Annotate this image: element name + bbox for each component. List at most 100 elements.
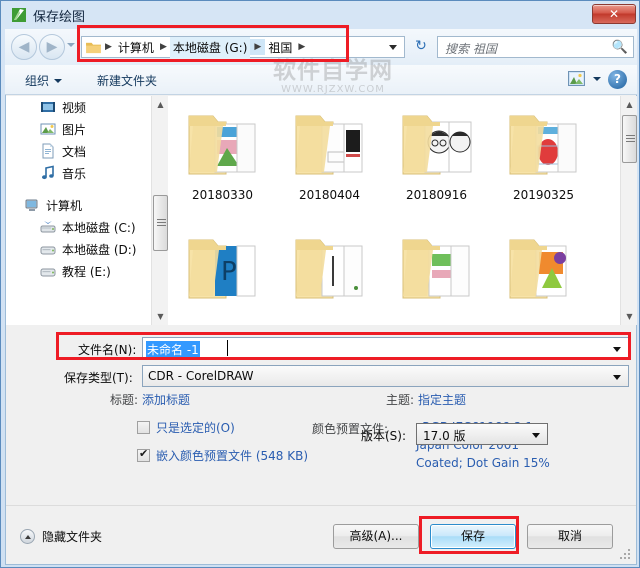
hide-folders-button[interactable]: 隐藏文件夹 xyxy=(20,528,102,545)
footer-bar: 隐藏文件夹 高级(A)... 保存 取消 xyxy=(6,505,636,564)
breadcrumb-item-0[interactable]: 计算机 xyxy=(115,37,157,58)
sidebar-item-drive-c[interactable]: 本地磁盘 (C:) xyxy=(6,216,169,238)
version-select[interactable]: 17.0 版 xyxy=(416,423,548,445)
list-item[interactable] xyxy=(276,226,383,325)
list-item[interactable]: 20180330 xyxy=(169,102,276,226)
back-arrow-icon[interactable]: ◀ xyxy=(11,34,37,60)
sidebar-item-videos[interactable]: 视频 xyxy=(6,96,169,118)
history-dropdown-icon[interactable] xyxy=(67,43,75,47)
breadcrumb-sep[interactable]: ▶ xyxy=(157,42,170,52)
page-title: 保存绘图 xyxy=(33,10,86,25)
color-profile-line-2: Coated; Dot Gain 15% xyxy=(416,456,550,470)
folder-thumbnail-icon xyxy=(288,108,372,180)
sidebar-scrollbar[interactable]: ▲ ▼ xyxy=(151,96,168,325)
list-item[interactable]: 20190325 xyxy=(490,102,597,226)
file-list-scrollbar[interactable]: ▲ ▼ xyxy=(620,96,637,325)
cancel-button[interactable]: 取消 xyxy=(527,524,613,549)
subject-field-value[interactable]: 指定主题 xyxy=(418,391,466,408)
sidebar-item-documents[interactable]: 文档 xyxy=(6,140,169,162)
coreldraw-icon xyxy=(12,8,26,22)
chevron-down-icon[interactable] xyxy=(389,44,397,50)
scroll-up-icon[interactable]: ▲ xyxy=(152,96,169,113)
breadcrumb-item-2[interactable]: 祖国 xyxy=(265,37,295,58)
filetype-value: CDR - CorelDRAW xyxy=(148,369,254,383)
breadcrumb[interactable]: ▶ 计算机 ▶ 本地磁盘 (G:) ▶ 祖国 ▶ xyxy=(81,36,405,58)
checkbox-box xyxy=(137,447,150,462)
organize-label: 组织 xyxy=(25,74,50,88)
breadcrumb-item-1[interactable]: 本地磁盘 (G:) xyxy=(169,36,251,58)
folder-thumbnail-icon xyxy=(288,232,372,304)
filename-label: 文件名(N): xyxy=(78,343,137,357)
sidebar-item-label: 文档 xyxy=(62,144,87,159)
checkbox-box xyxy=(137,421,150,434)
list-item[interactable]: 20180916 xyxy=(383,102,490,226)
navigation-pane: 视频 图片 文档 音乐 计算机 本地磁盘 (C:) 本地磁盘 (D:) 教程 (… xyxy=(6,96,169,325)
computer-icon xyxy=(25,199,38,211)
embed-profile-checkbox[interactable]: 嵌入颜色预置文件 (548 KB) xyxy=(137,447,317,464)
navigation-bar: ◀ ▶ ▶ 计算机 ▶ 本地磁盘 (G:) ▶ 祖国 ▶ ↻ 搜索 祖国 🔍 xyxy=(5,29,637,65)
title-bar: 保存绘图 ✕ xyxy=(1,1,640,29)
folder-thumbnail-icon: Ps xyxy=(181,232,265,304)
view-mode-icon[interactable] xyxy=(568,71,585,86)
filename-input[interactable]: 未命名 -1 xyxy=(142,337,629,359)
sidebar-item-computer[interactable]: 计算机 xyxy=(6,194,169,216)
breadcrumb-sep[interactable]: ▶ xyxy=(295,42,308,52)
title-field-value[interactable]: 添加标题 xyxy=(142,391,190,408)
sidebar-item-music[interactable]: 音乐 xyxy=(6,162,169,184)
hide-folders-label: 隐藏文件夹 xyxy=(42,530,103,544)
filetype-label: 保存类型(T): xyxy=(64,371,133,385)
scroll-down-icon[interactable]: ▼ xyxy=(621,308,638,325)
selected-only-checkbox[interactable]: 只是选定的(O) xyxy=(137,420,235,436)
breadcrumb-sep[interactable]: ▶ xyxy=(102,42,115,52)
filename-value: 未命名 -1 xyxy=(146,341,200,358)
list-item[interactable]: 20180404 xyxy=(276,102,383,226)
help-icon[interactable]: ? xyxy=(608,70,627,89)
resize-grip[interactable] xyxy=(620,549,631,560)
title-field-label: 标题: xyxy=(110,393,139,407)
scroll-down-icon[interactable]: ▼ xyxy=(152,308,169,325)
search-icon[interactable]: 🔍 xyxy=(612,40,628,55)
list-item[interactable] xyxy=(383,226,490,325)
list-item[interactable] xyxy=(490,226,597,325)
system-drive-icon xyxy=(40,221,56,233)
list-item[interactable]: Ps xyxy=(169,226,276,325)
new-folder-button[interactable]: 新建文件夹 xyxy=(97,72,157,89)
selected-only-label: 只是选定的(O) xyxy=(156,421,235,435)
folder-icon xyxy=(86,42,101,53)
collapse-arrow-icon xyxy=(20,529,35,544)
scrollbar-thumb[interactable] xyxy=(153,195,168,251)
file-label: 20190325 xyxy=(512,188,575,202)
sidebar-item-pictures[interactable]: 图片 xyxy=(6,118,169,140)
video-icon xyxy=(41,102,55,112)
advanced-button[interactable]: 高级(A)... xyxy=(333,524,419,549)
file-list-pane: 20180330 20180404 20180916 20190325 Ps xyxy=(169,96,620,325)
breadcrumb-sep[interactable]: ▶ xyxy=(250,39,266,55)
sidebar-item-drive-d[interactable]: 本地磁盘 (D:) xyxy=(6,238,169,260)
scrollbar-thumb[interactable] xyxy=(622,115,637,163)
music-icon xyxy=(42,165,54,180)
organize-button[interactable]: 组织 xyxy=(25,72,63,89)
search-placeholder: 搜索 祖国 xyxy=(445,42,497,56)
chevron-down-icon[interactable] xyxy=(532,433,540,438)
file-label: 20180330 xyxy=(191,188,254,202)
chevron-down-icon[interactable] xyxy=(613,375,621,380)
scroll-up-icon[interactable]: ▲ xyxy=(621,96,638,113)
command-toolbar: 组织 新建文件夹 ? xyxy=(5,65,637,95)
sidebar-item-label: 教程 (E:) xyxy=(62,264,111,279)
folder-thumbnail-icon xyxy=(502,108,586,180)
chevron-down-icon xyxy=(54,79,63,83)
sidebar-item-drive-e[interactable]: 教程 (E:) xyxy=(6,260,169,282)
forward-arrow-icon[interactable]: ▶ xyxy=(39,34,65,60)
pictures-icon xyxy=(40,123,56,135)
close-button[interactable]: ✕ xyxy=(592,4,636,24)
chevron-down-icon[interactable] xyxy=(593,77,601,81)
refresh-icon[interactable]: ↻ xyxy=(409,36,433,58)
save-drawing-dialog: 保存绘图 ✕ ◀ ▶ ▶ 计算机 ▶ 本地磁盘 (G:) ▶ 祖国 ▶ ↻ 搜索… xyxy=(0,0,640,568)
save-button[interactable]: 保存 xyxy=(430,524,516,549)
chevron-down-icon[interactable] xyxy=(613,347,621,352)
version-value: 17.0 版 xyxy=(423,429,466,443)
sidebar-item-label: 视频 xyxy=(62,100,87,115)
search-input[interactable]: 搜索 祖国 🔍 xyxy=(437,36,634,58)
filetype-select[interactable]: CDR - CorelDRAW xyxy=(142,365,629,387)
